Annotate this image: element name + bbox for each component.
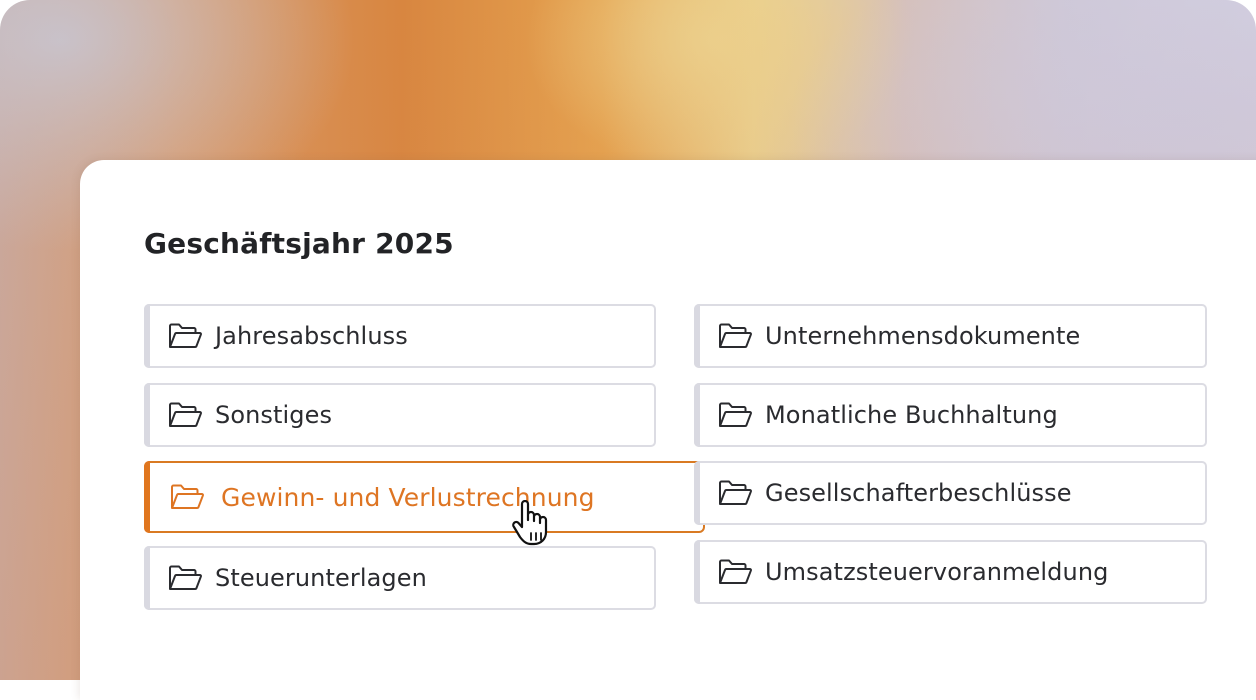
hand-pointer-icon <box>512 500 548 546</box>
folder-open-icon <box>719 559 752 584</box>
folder-open-icon <box>169 402 202 427</box>
folder-open-icon <box>719 402 752 427</box>
folder-open-icon <box>169 565 202 590</box>
folder-label: Steuerunterlagen <box>215 564 427 592</box>
folder-label: Gesellschafterbeschlüsse <box>765 479 1072 507</box>
folder-open-icon <box>719 480 752 505</box>
page-title: Geschäftsjahr 2025 <box>144 227 454 260</box>
folder-label: Monatliche Buchhaltung <box>765 401 1058 429</box>
folder-item-unternehmensdokumente[interactable]: Unternehmensdokumente <box>694 304 1207 368</box>
folder-open-icon <box>171 484 204 509</box>
folder-item-jahresabschluss[interactable]: Jahresabschluss <box>144 304 656 368</box>
folder-open-icon <box>719 323 752 348</box>
folder-item-sonstiges[interactable]: Sonstiges <box>144 383 656 447</box>
folder-open-icon <box>169 323 202 348</box>
folder-item-gewinn-und-verlustrechnung[interactable]: Gewinn- und Verlustrechnung <box>144 461 705 533</box>
folder-label: Umsatzsteuervoranmeldung <box>765 558 1109 586</box>
folder-label: Sonstiges <box>215 401 333 429</box>
folder-item-umsatzsteuervoranmeldung[interactable]: Umsatzsteuervoranmeldung <box>694 540 1207 604</box>
folder-label: Unternehmensdokumente <box>765 322 1081 350</box>
folder-item-gesellschafterbeschluesse[interactable]: Gesellschafterbeschlüsse <box>694 461 1207 525</box>
folder-item-steuerunterlagen[interactable]: Steuerunterlagen <box>144 546 656 610</box>
folder-item-monatliche-buchhaltung[interactable]: Monatliche Buchhaltung <box>694 383 1207 447</box>
folder-label: Jahresabschluss <box>215 322 408 350</box>
